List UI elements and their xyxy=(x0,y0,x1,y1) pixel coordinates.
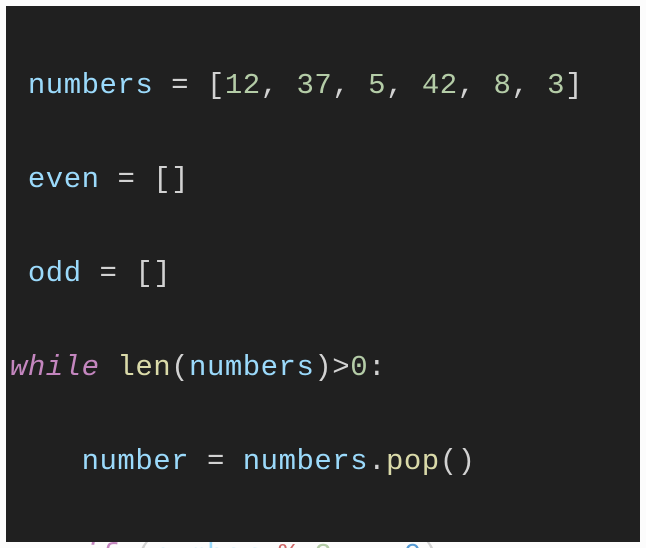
identifier-odd: odd xyxy=(28,257,82,290)
keyword-while: while xyxy=(10,351,100,384)
code-line-6: if (number % 2 == 0): xyxy=(10,533,640,548)
operator-mod: % xyxy=(279,539,297,548)
function-len: len xyxy=(117,351,171,384)
operator-eqeq: == xyxy=(350,539,386,548)
identifier-number: number xyxy=(82,445,189,478)
code-line-1: numbers = [12, 37, 5, 42, 8, 3] xyxy=(10,63,640,110)
code-line-4: while len(numbers)>0: xyxy=(10,345,640,392)
code-line-3: odd = [] xyxy=(10,251,640,298)
function-pop: pop xyxy=(386,445,440,478)
keyword-if: if xyxy=(82,539,118,548)
identifier-even: even xyxy=(28,163,100,196)
code-line-2: even = [] xyxy=(10,157,640,204)
code-line-5: number = numbers.pop() xyxy=(10,439,640,486)
code-editor: numbers = [12, 37, 5, 42, 8, 3] even = [… xyxy=(0,0,646,548)
identifier-numbers: numbers xyxy=(28,69,153,102)
